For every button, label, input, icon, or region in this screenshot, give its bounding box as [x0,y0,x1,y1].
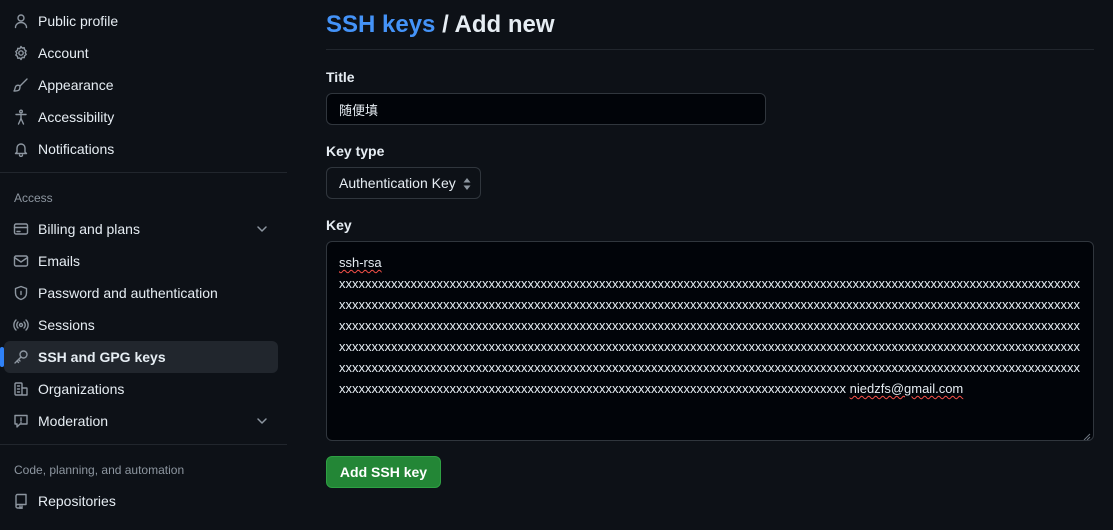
page-title-text: Add new [454,11,555,38]
sidebar-item-account[interactable]: Account [4,37,278,69]
sidebar-item-moderation[interactable]: Moderation [4,405,278,437]
credit-card-icon [13,221,29,237]
key-icon [13,349,29,365]
sidebar-item-label: SSH and GPG keys [38,349,166,365]
key-email: niedzfs@gmail.com [849,381,964,396]
mail-icon [13,253,29,269]
key-body: xxxxxxxxxxxxxxxxxxxxxxxxxxxxxxxxxxxxxxxx… [339,276,1080,396]
chevron-down-icon[interactable] [254,413,270,429]
gear-icon [13,45,29,61]
sidebar-item-repositories[interactable]: Repositories [4,485,278,517]
bell-icon [13,141,29,157]
person-icon [13,13,29,29]
sidebar-item-ssh-gpg-keys[interactable]: SSH and GPG keys [0,341,278,373]
sidebar-item-label: Moderation [38,413,109,429]
accessibility-icon [13,109,29,125]
sidebar-item-label: Password and authentication [38,285,218,301]
title-divider [326,49,1094,50]
sidebar-section-heading-access: Access [14,191,53,205]
add-ssh-key-button[interactable]: Add SSH key [326,456,441,488]
sidebar-item-label: Sessions [38,317,95,333]
resize-handle-icon[interactable] [1081,428,1091,440]
sidebar-item-billing[interactable]: Billing and plans [4,213,278,245]
select-arrows-icon [463,177,471,191]
key-textarea-content[interactable]: ssh-rsa xxxxxxxxxxxxxxxxxxxxxxxxxxxxxxxx… [339,252,1081,399]
sidebar-section-heading-code: Code, planning, and automation [14,463,185,477]
report-icon [13,413,29,429]
sidebar-item-sessions[interactable]: Sessions [4,309,278,341]
sidebar-item-label: Notifications [38,141,115,157]
key-textarea[interactable]: ssh-rsa xxxxxxxxxxxxxxxxxxxxxxxxxxxxxxxx… [326,241,1094,441]
sidebar-item-label: Public profile [38,13,119,29]
title-field-label: Title [326,69,355,85]
sidebar-item-label: Organizations [38,381,125,397]
settings-page: Public profile Account Appearance Access… [0,0,1113,530]
key-field-label: Key [326,217,352,233]
sidebar-item-organizations[interactable]: Organizations [4,373,278,405]
sidebar-item-label: Accessibility [38,109,115,125]
chevron-down-icon[interactable] [254,221,270,237]
breadcrumb-separator: / [435,11,455,38]
key-type-label: Key type [326,143,385,159]
repo-icon [13,493,29,509]
sidebar-divider [0,444,287,445]
paintbrush-icon [13,77,29,93]
broadcast-icon [13,317,29,333]
key-prefix: ssh-rsa [339,255,382,270]
page-title: SSH keys / Add new [326,10,555,40]
sidebar-item-label: Account [38,45,89,61]
organization-icon [13,381,29,397]
sidebar-item-notifications[interactable]: Notifications [4,133,278,165]
sidebar-item-label: Emails [38,253,81,269]
title-input[interactable] [326,93,766,125]
key-type-selected-value: Authentication Key [339,175,456,191]
shield-lock-icon [13,285,29,301]
sidebar-item-label: Repositories [38,493,116,509]
sidebar-item-password-auth[interactable]: Password and authentication [4,277,278,309]
sidebar-item-label: Appearance [38,77,114,93]
sidebar-item-public-profile[interactable]: Public profile [4,5,278,37]
sidebar-divider [0,172,287,173]
settings-sidebar: Public profile Account Appearance Access… [0,0,288,530]
key-type-select[interactable]: Authentication Key [326,167,481,199]
sidebar-item-appearance[interactable]: Appearance [4,69,278,101]
sidebar-item-label: Billing and plans [38,221,140,237]
breadcrumb-ssh-keys-link[interactable]: SSH keys [326,11,435,38]
sidebar-item-emails[interactable]: Emails [4,245,278,277]
sidebar-item-accessibility[interactable]: Accessibility [4,101,278,133]
